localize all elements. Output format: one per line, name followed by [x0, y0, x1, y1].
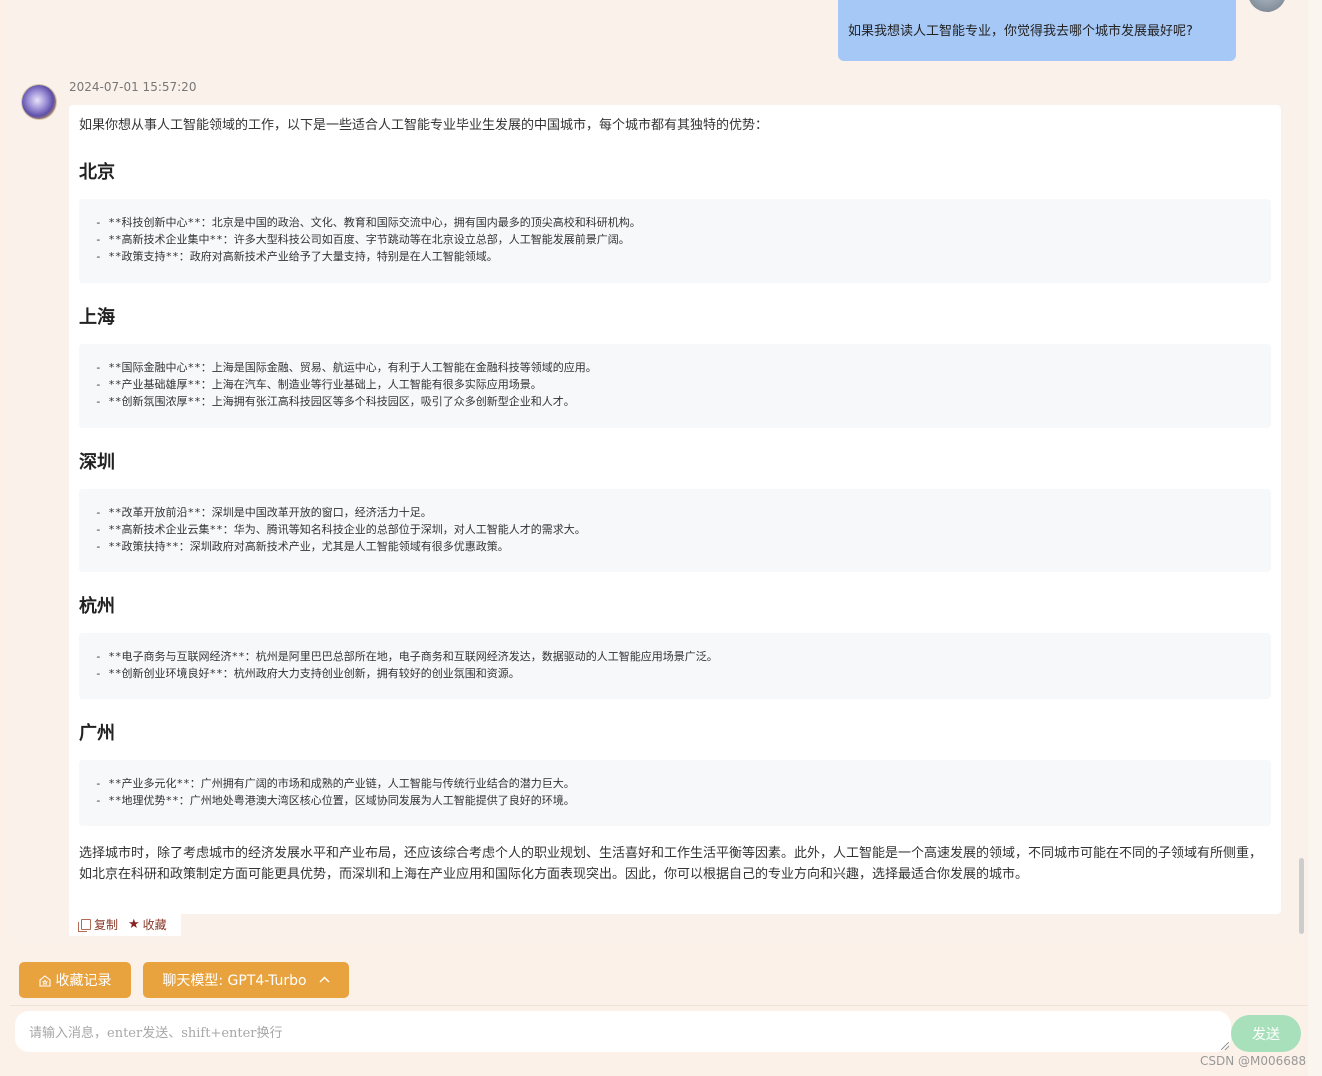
message-input[interactable] — [15, 1011, 1231, 1052]
bot-message-card: 如果你想从事人工智能领域的工作，以下是一些适合人工智能专业毕业生发展的中国城市，… — [69, 105, 1281, 914]
copy-label: 复制 — [94, 917, 119, 932]
favorite-label: 收藏 — [142, 917, 167, 932]
city-detail-line: - **产业多元化**：广州拥有广阔的市场和成熟的产业链，人工智能与传统行业结合… — [95, 777, 575, 790]
city-detail-line: - **改革开放前沿**：深圳是中国改革开放的窗口，经济活力十足。 — [95, 506, 432, 519]
bot-intro-text: 如果你想从事人工智能领域的工作，以下是一些适合人工智能专业毕业生发展的中国城市，… — [79, 118, 769, 133]
message-input-wrapper — [15, 1011, 1231, 1052]
star-icon: ★ — [128, 916, 140, 932]
city-detail-block: - **科技创新中心**：北京是中国的政治、文化、教育和国际交流中心，拥有国内最… — [79, 199, 1271, 283]
city-detail-block: - **电子商务与互联网经济**：杭州是阿里巴巴总部所在地，电子商务和互联网经济… — [79, 633, 1271, 699]
city-detail-line: - **高新技术企业集中**：许多大型科技公司如百度、字节跳动等在北京设立总部，… — [95, 233, 630, 247]
favorite-button[interactable]: ★ 收藏 — [128, 916, 167, 933]
composer-divider — [10, 1005, 1308, 1006]
favorites-history-label: 收藏记录 — [55, 973, 112, 989]
favorite-record-icon — [38, 974, 51, 987]
city-detail-line: - **电子商务与互联网经济**：杭州是阿里巴巴总部所在地，电子商务和互联网经济… — [95, 650, 718, 663]
city-detail-block: - **国际金融中心**：上海是国际金融、贸易、航运中心，有利于人工智能在金融科… — [79, 344, 1271, 428]
user-message-bubble: 如果我想读人工智能专业，你觉得我去哪个城市发展最好呢? — [838, 0, 1236, 61]
city-heading: 北京 — [79, 162, 115, 183]
city-heading: 深圳 — [79, 452, 115, 473]
city-heading: 广州 — [79, 723, 115, 744]
message-actions: 复制 ★ 收藏 — [69, 912, 181, 936]
bot-avatar — [22, 85, 56, 119]
chat-scrollbar[interactable] — [1296, 0, 1308, 942]
message-timestamp: 2024-07-01 15:57:20 — [69, 80, 197, 94]
chat-scrollbar-thumb[interactable] — [1299, 858, 1304, 934]
city-detail-block: - **产业多元化**：广州拥有广阔的市场和成熟的产业链，人工智能与传统行业结合… — [79, 760, 1271, 826]
city-heading: 上海 — [79, 307, 115, 328]
city-detail-line: - **高新技术企业云集**：华为、腾讯等知名科技企业的总部位于深圳，对人工智能… — [95, 523, 586, 537]
city-detail-line: - **产业基础雄厚**：上海在汽车、制造业等行业基础上，人工智能有很多实际应用… — [95, 378, 542, 392]
city-detail-block: - **改革开放前沿**：深圳是中国改革开放的窗口，经济活力十足。 - **高新… — [79, 489, 1271, 572]
copy-button[interactable]: 复制 — [78, 916, 119, 933]
page-edge — [1308, 0, 1322, 1076]
user-message-text: 如果我想读人工智能专业，你觉得我去哪个城市发展最好呢? — [848, 24, 1193, 39]
model-select-button[interactable]: 聊天模型: GPT4-Turbo — [143, 962, 349, 998]
send-button[interactable]: 发送 — [1231, 1015, 1301, 1052]
chat-page: 如果我想读人工智能专业，你觉得我去哪个城市发展最好呢? 2024-07-01 1… — [0, 0, 1322, 1076]
city-detail-line: - **国际金融中心**：上海是国际金融、贸易、航运中心，有利于人工智能在金融科… — [95, 361, 597, 374]
city-detail-line: - **创新创业环境良好**：杭州政府大力支持创业创新，拥有较好的创业氛围和资源… — [95, 667, 520, 681]
city-heading: 杭州 — [79, 596, 115, 617]
city-detail-line: - **创新氛围浓厚**：上海拥有张江高科技园区等多个科技园区，吸引了众多创新型… — [95, 395, 575, 409]
favorites-history-button[interactable]: 收藏记录 — [19, 962, 131, 998]
city-detail-line: - **地理优势**：广州地处粤港澳大湾区核心位置，区域协同发展为人工智能提供了… — [95, 794, 575, 808]
watermark: CSDN @M006688 — [1200, 1054, 1307, 1068]
chevron-up-icon — [319, 975, 330, 986]
model-select-label: 聊天模型: GPT4-Turbo — [162, 973, 307, 989]
copy-icon — [78, 918, 91, 932]
city-detail-line: - **政策扶持**：深圳政府对高新技术产业，尤其是人工智能领域有很多优惠政策。 — [95, 540, 509, 554]
city-detail-line: - **政策支持**：政府对高新技术产业给予了大量支持，特别是在人工智能领域。 — [95, 250, 498, 264]
bot-summary-text: 选择城市时，除了考虑城市的经济发展水平和产业布局，还应该综合考虑个人的职业规划、… — [79, 846, 1263, 882]
city-detail-line: - **科技创新中心**：北京是中国的政治、文化、教育和国际交流中心，拥有国内最… — [95, 216, 641, 229]
resize-grip-icon[interactable] — [1221, 1042, 1229, 1050]
